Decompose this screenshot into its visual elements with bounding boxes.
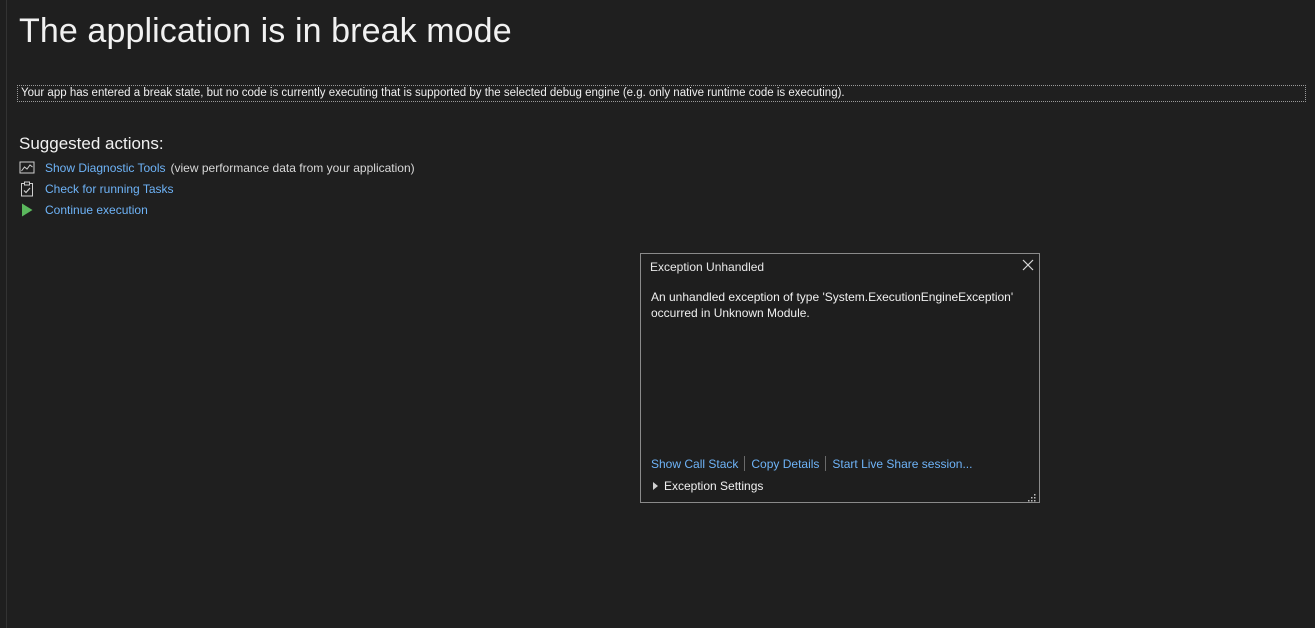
link-separator	[744, 456, 746, 471]
editor-left-edge	[6, 0, 7, 628]
clipboard-check-icon	[19, 181, 35, 197]
check-running-tasks-link[interactable]: Check for running Tasks	[45, 182, 174, 196]
page-title: The application is in break mode	[19, 12, 512, 50]
action-continue-execution: Continue execution	[19, 202, 148, 218]
exception-message: An unhandled exception of type 'System.E…	[651, 289, 1026, 321]
show-call-stack-link[interactable]: Show Call Stack	[651, 457, 738, 471]
chart-icon	[19, 160, 35, 176]
continue-execution-link[interactable]: Continue execution	[45, 203, 148, 217]
exception-unhandled-popup: Exception Unhandled An unhandled excepti…	[640, 253, 1040, 503]
link-separator	[825, 456, 827, 471]
resize-grip-icon[interactable]	[1026, 489, 1036, 502]
action-show-diagnostic-tools: Show Diagnostic Tools (view performance …	[19, 160, 415, 176]
show-diagnostic-tools-link[interactable]: Show Diagnostic Tools	[45, 161, 166, 175]
copy-details-link[interactable]: Copy Details	[751, 457, 819, 471]
break-state-info-bar: Your app has entered a break state, but …	[17, 85, 1306, 102]
popup-title: Exception Unhandled	[650, 260, 765, 274]
suggested-actions-heading: Suggested actions:	[19, 134, 164, 153]
exception-message-line-1: An unhandled exception of type 'System.E…	[651, 290, 1014, 304]
popup-links: Show Call Stack Copy Details Start Live …	[651, 456, 972, 471]
start-live-share-link[interactable]: Start Live Share session...	[832, 457, 972, 471]
show-diagnostic-tools-description: (view performance data from your applica…	[170, 161, 415, 175]
exception-message-line-2: occurred in Unknown Module.	[651, 306, 810, 320]
action-check-running-tasks: Check for running Tasks	[19, 181, 174, 197]
exception-settings-expander[interactable]: Exception Settings	[653, 479, 763, 493]
exception-settings-label: Exception Settings	[664, 479, 764, 493]
play-icon	[19, 202, 35, 218]
close-icon[interactable]	[1021, 258, 1035, 272]
expand-triangle-icon	[653, 482, 658, 490]
